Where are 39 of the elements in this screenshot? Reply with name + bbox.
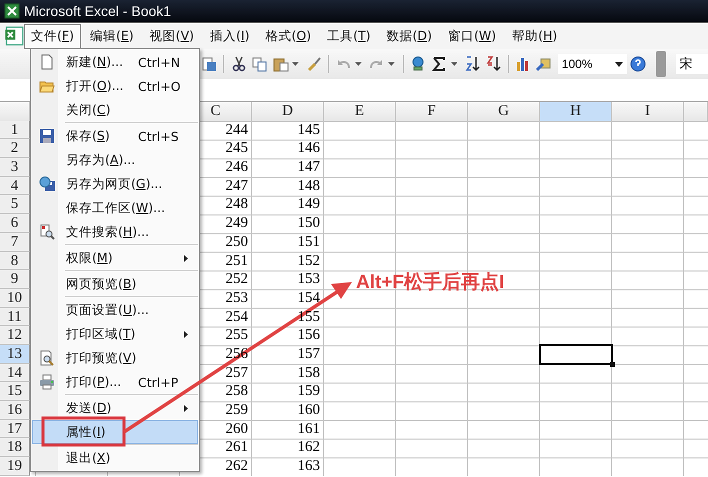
table-cell-text: 149 [296, 195, 321, 214]
table-cell-text: 247 [224, 176, 249, 196]
table-cell-text: 262 [224, 457, 249, 476]
table-cell-text: 258 [224, 382, 249, 401]
annotation-note: Alt+F松手后再点I [356, 273, 504, 293]
table-cell-text: 152 [296, 252, 321, 270]
table-cell-text: 151 [296, 232, 321, 252]
table-cell-text: 248 [224, 195, 249, 214]
table-cell-text: 161 [296, 420, 321, 438]
table-cell-text: 253 [224, 288, 249, 308]
table-cell-text: 252 [224, 270, 249, 289]
table-cell-text: 255 [224, 326, 249, 345]
table-cell-text: 147 [296, 158, 321, 177]
table-cell-text: 158 [296, 364, 321, 382]
table-cell-text: 246 [224, 158, 249, 177]
table-cell-text: 153 [296, 270, 321, 289]
table-cell-text: 163 [296, 457, 321, 476]
table-cell-text: 150 [296, 214, 321, 233]
table-cell-text: 146 [296, 139, 321, 158]
table-cell-text: 148 [296, 176, 321, 196]
table-cell-text: 245 [224, 139, 249, 158]
table-cell-text: 249 [224, 214, 249, 233]
table-cell-text: 155 [296, 308, 321, 326]
table-cell-text: 261 [224, 438, 249, 458]
table-cell-text: 162 [296, 438, 321, 458]
table-cell-text: 257 [224, 364, 249, 382]
window-title: Microsoft Excel - Book1 [24, 3, 172, 19]
table-cell-text: 259 [224, 401, 249, 420]
table-cell-text: 244 [224, 120, 249, 140]
table-cell-text: 154 [296, 288, 321, 308]
table-cell-text: 254 [224, 308, 249, 326]
table-cell-text: 251 [224, 252, 249, 270]
table-cell-text: 250 [224, 232, 249, 252]
table-cell-text: 157 [296, 344, 321, 364]
table-cell-text: 145 [296, 120, 321, 140]
table-cell-text: 159 [296, 382, 321, 401]
table-cell-text: 160 [296, 401, 321, 420]
table-cell-text: 156 [296, 326, 321, 345]
table-cell-text: 260 [224, 420, 249, 438]
